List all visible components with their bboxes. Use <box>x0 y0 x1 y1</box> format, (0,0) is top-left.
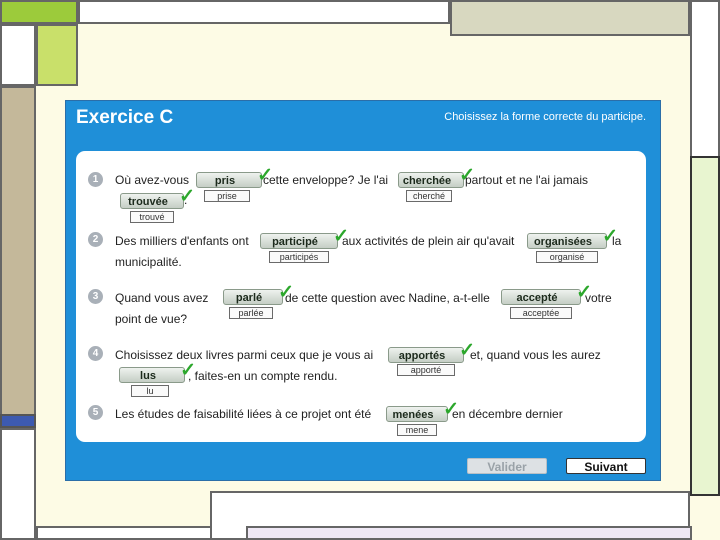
q1-answer-1-dropdown[interactable]: pris ✓ <box>196 166 273 188</box>
q3-answer-2-dropdown[interactable]: accepté ✓ <box>501 283 592 305</box>
q3-text-1: Quand vous avez <box>115 291 209 305</box>
exercise-window: Exercice C Choisissez la forme correcte … <box>65 100 661 481</box>
next-button[interactable]: Suivant <box>566 458 646 474</box>
slide-left-blue-strip <box>0 414 36 428</box>
q3-text-3: votre <box>585 291 612 305</box>
q2-answer-1-dropdown[interactable]: participé ✓ <box>260 227 349 249</box>
q1-text-4: . <box>184 193 188 207</box>
question-number-1: 1 <box>88 172 103 187</box>
q2-answer-1-value: participé <box>272 236 318 248</box>
q3-correction-1: parlée <box>229 307 273 319</box>
slide-left-white-block <box>0 24 36 86</box>
q4-answer-2-value: lus <box>140 370 156 382</box>
q2-text-3: la <box>612 234 622 248</box>
q2-text-2: aux activités de plein air qu'avait <box>342 234 515 248</box>
question-number-5: 5 <box>88 405 103 420</box>
q1-text-1: Où avez-vous <box>115 173 190 187</box>
q1-answer-2-dropdown[interactable]: cherchée ✓ <box>398 166 475 188</box>
slide-right-strip <box>690 0 720 158</box>
q5-text-1: Les études de faisabilité liées à ce pro… <box>115 407 372 421</box>
q2-answer-2-value: organisées <box>533 236 593 248</box>
exercise-title: Exercice C <box>76 107 174 128</box>
q2-text-1: Des milliers d'enfants ont <box>115 234 249 248</box>
q1-text-3: partout et ne l'ai jamais <box>465 173 589 187</box>
q1-answer-3-dropdown[interactable]: trouvée ✓ <box>120 187 195 209</box>
q5-correction-1: mene <box>397 424 437 436</box>
q2-text-4: municipalité. <box>115 255 182 269</box>
q2-correction-1: participés <box>269 251 329 263</box>
slide-bottom-lilac-strip <box>246 526 692 540</box>
q4-text-3: , faites-en un compte rendu. <box>188 369 338 383</box>
q3-answer-1-dropdown[interactable]: parlé ✓ <box>223 283 294 305</box>
q3-text-4: point de vue? <box>115 312 188 326</box>
q4-text-2: et, quand vous les aurez <box>470 348 601 362</box>
q4-answer-1-dropdown[interactable]: apportés ✓ <box>388 341 475 363</box>
q1-answer-1-value: pris <box>214 175 236 187</box>
questions-panel: 1 Où avez-vous pris ✓ prise cette envelop… <box>76 151 646 442</box>
q4-answer-2-dropdown[interactable]: lus ✓ <box>119 361 196 383</box>
slide-top-right-block <box>450 0 690 36</box>
q3-correction-2: acceptée <box>510 307 572 319</box>
q5-answer-1-value: menées <box>392 409 434 421</box>
q4-answer-1-value: apportés <box>398 350 446 362</box>
q3-text-2: de cette question avec Nadine, a-t-elle <box>285 291 490 305</box>
question-number-2: 2 <box>88 232 103 247</box>
q1-answer-2-value: cherchée <box>402 175 452 187</box>
q1-answer-3-value: trouvée <box>128 196 168 208</box>
slide-left-tan-strip <box>0 86 36 416</box>
q5-text-2: en décembre dernier <box>452 407 563 421</box>
slide-accent-green-block <box>0 0 78 24</box>
q3-answer-2-value: accepté <box>516 292 558 304</box>
q4-correction-1: apporté <box>397 364 455 376</box>
validate-button[interactable]: Valider <box>467 458 547 474</box>
q1-correction-2: cherché <box>406 190 452 202</box>
slide-left-green-block <box>36 24 78 86</box>
q4-text-1: Choisissez deux livres parmi ceux que je… <box>115 348 374 362</box>
q1-correction-1: prise <box>204 190 250 202</box>
question-number-3: 3 <box>88 289 103 304</box>
q1-correction-3: trouvé <box>130 211 174 223</box>
slide-left-bottom-block <box>0 428 36 540</box>
q2-answer-2-dropdown[interactable]: organisées ✓ <box>527 227 618 249</box>
q1-text-2: cette enveloppe? Je l'ai <box>263 173 389 187</box>
q2-correction-2: organisé <box>536 251 598 263</box>
question-number-4: 4 <box>88 346 103 361</box>
q4-correction-2: lu <box>131 385 169 397</box>
exercise-instruction: Choisissez la forme correcte du particip… <box>444 111 646 123</box>
q5-answer-1-dropdown[interactable]: menées ✓ <box>386 400 459 422</box>
slide-top-bar <box>78 0 450 24</box>
q3-answer-1-value: parlé <box>235 292 263 304</box>
slide-right-green-strip <box>690 156 720 496</box>
